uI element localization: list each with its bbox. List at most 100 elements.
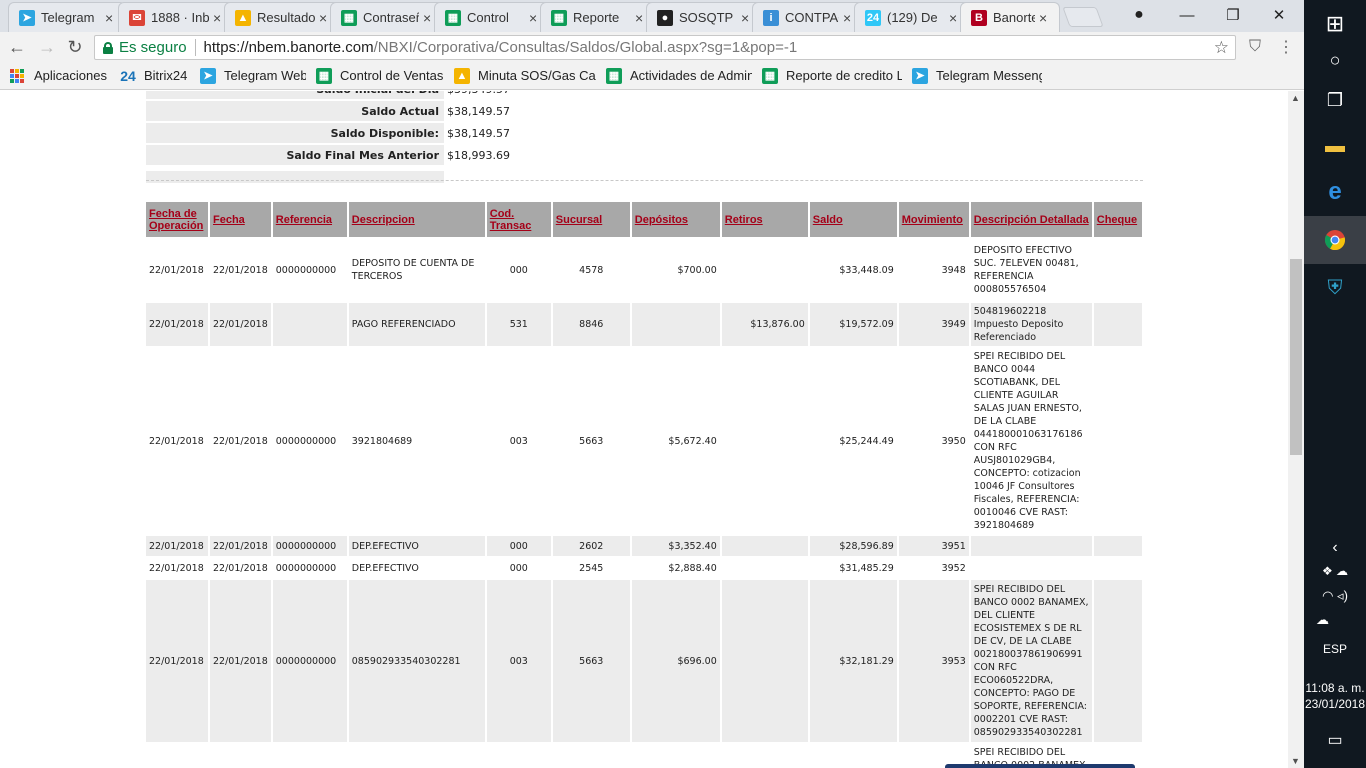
column-header[interactable]: Cod. Transac bbox=[486, 202, 551, 237]
close-window-button[interactable]: ✕ bbox=[1256, 0, 1302, 30]
tab-7[interactable]: ● SOSQTP × bbox=[646, 2, 762, 32]
table-cell: $700.00 bbox=[631, 239, 720, 301]
scroll-down-icon[interactable]: ▼ bbox=[1291, 756, 1300, 766]
back-icon[interactable]: ← bbox=[6, 36, 28, 58]
table-cell: 4578 bbox=[552, 239, 630, 301]
column-header-link[interactable]: Sucursal bbox=[556, 214, 627, 226]
tab-10[interactable]: B Banorte × bbox=[960, 2, 1060, 32]
tab-6[interactable]: ▦ Reporte × bbox=[540, 2, 656, 32]
tab-5[interactable]: ▦ Control × bbox=[434, 2, 550, 32]
bookmark-item[interactable]: ▦ Actividades de Admin bbox=[606, 67, 752, 84]
tab-close-icon[interactable]: × bbox=[105, 10, 117, 26]
column-header[interactable]: Descripción Detallada bbox=[970, 202, 1092, 237]
wifi-volume-icon[interactable]: ◠ ◃) bbox=[1304, 586, 1366, 606]
column-header[interactable]: Cheque bbox=[1093, 202, 1142, 237]
column-header[interactable]: Sucursal bbox=[552, 202, 630, 237]
language-indicator[interactable]: ESP bbox=[1304, 642, 1366, 656]
page-scrollbar[interactable]: ▲ ▼ bbox=[1288, 91, 1304, 768]
chrome-icon bbox=[1324, 230, 1346, 251]
file-explorer-icon[interactable]: ▬ bbox=[1304, 124, 1366, 168]
chat-widget-button[interactable] bbox=[945, 764, 1135, 768]
scroll-up-icon[interactable]: ▲ bbox=[1291, 93, 1300, 103]
table-cell: $696.00 bbox=[631, 580, 720, 742]
table-cell bbox=[348, 744, 485, 768]
bookmark-star-icon[interactable]: ☆ bbox=[1214, 38, 1229, 58]
column-header[interactable]: Movimiento bbox=[898, 202, 969, 237]
bookmark-item[interactable]: Aplicaciones bbox=[10, 68, 110, 83]
column-header-link[interactable]: Descripcion bbox=[352, 214, 482, 226]
new-tab-button[interactable] bbox=[1062, 7, 1104, 27]
table-cell: 3921804689 bbox=[348, 348, 485, 534]
bookmark-item[interactable]: 24 Bitrix24 bbox=[120, 68, 190, 84]
onedrive-icon[interactable]: ☁ bbox=[1304, 610, 1366, 630]
edge-icon[interactable]: e bbox=[1304, 170, 1366, 214]
tab-3[interactable]: ▲Resultados× bbox=[224, 2, 340, 32]
table-cell: 22/01/2018 bbox=[210, 558, 271, 578]
maximize-button[interactable]: ❐ bbox=[1210, 0, 1256, 30]
table-cell bbox=[721, 558, 808, 578]
column-header-link[interactable]: Descripción Detallada bbox=[974, 214, 1089, 226]
column-header-link[interactable]: Retiros bbox=[725, 214, 805, 226]
balance-summary: Saldo Inicial del Día$39,349.57Saldo Act… bbox=[146, 91, 566, 189]
column-header-link[interactable]: Cod. Transac bbox=[490, 208, 548, 232]
dropbox-cloud-icon[interactable]: ❖ ☁ bbox=[1304, 562, 1366, 580]
table-cell: 22/01/2018 bbox=[210, 580, 271, 742]
table-cell: 000 bbox=[486, 558, 551, 578]
scrollbar-thumb[interactable] bbox=[1290, 259, 1302, 455]
column-header-link[interactable]: Fecha bbox=[213, 214, 268, 226]
table-cell bbox=[970, 536, 1092, 556]
reload-icon[interactable]: ↻ bbox=[64, 36, 86, 58]
tab-9[interactable]: 24 (129) De × bbox=[854, 2, 970, 32]
table-cell: $28,596.89 bbox=[809, 536, 897, 556]
table-cell bbox=[1093, 580, 1142, 742]
tab-4[interactable]: ▦Contraseñas× bbox=[330, 2, 444, 32]
profile-icon[interactable]: ● bbox=[1116, 0, 1162, 30]
column-header[interactable]: Saldo bbox=[809, 202, 897, 237]
column-header[interactable]: Referencia bbox=[272, 202, 347, 237]
column-header[interactable]: Depósitos bbox=[631, 202, 720, 237]
column-header-link[interactable]: Movimiento bbox=[902, 214, 966, 226]
security-shield-icon[interactable]: ⛨ bbox=[1304, 266, 1366, 310]
shield-extension-icon[interactable]: ⛉ bbox=[1245, 37, 1265, 57]
column-header[interactable]: Descripcion bbox=[348, 202, 485, 237]
tab-8[interactable]: iCONTPAQi× bbox=[752, 2, 864, 32]
lock-icon bbox=[103, 41, 113, 54]
telegram-icon: ➤ bbox=[912, 67, 928, 84]
column-header-link[interactable]: Cheque bbox=[1097, 214, 1139, 226]
bookmark-item[interactable]: ▦ Reporte de credito Li bbox=[762, 67, 902, 84]
bookmark-item[interactable]: ➤ Telegram Web bbox=[200, 67, 306, 84]
table-cell: $2,888.40 bbox=[631, 558, 720, 578]
table-cell bbox=[1093, 558, 1142, 578]
bookmark-item[interactable]: ▲ Minuta SOS/Gas Cam bbox=[454, 67, 596, 84]
minimize-button[interactable]: — bbox=[1164, 0, 1210, 30]
table-cell: 2602 bbox=[552, 536, 630, 556]
column-header-link[interactable]: Depósitos bbox=[635, 214, 717, 226]
cortana-icon[interactable]: ○ bbox=[1304, 40, 1366, 80]
column-header-link[interactable]: Fecha de Operación bbox=[149, 208, 205, 232]
column-header[interactable]: Fecha de Operación bbox=[146, 202, 208, 237]
clock-time[interactable]: 11:08 a. m. bbox=[1304, 681, 1366, 695]
task-view-icon[interactable]: ❐ bbox=[1304, 80, 1366, 120]
chrome-taskbar-icon[interactable] bbox=[1304, 216, 1366, 264]
tab-close-icon[interactable]: × bbox=[1039, 10, 1051, 26]
tab-2[interactable]: ✉1888 · Inbox× bbox=[118, 2, 234, 32]
address-bar[interactable]: Es seguro https://nbem.banorte.com/NBXI/… bbox=[94, 35, 1236, 60]
table-cell: 22/01/2018 bbox=[210, 536, 271, 556]
table-cell: 22/01/2018 bbox=[146, 303, 208, 346]
show-hidden-icons-icon[interactable]: ‹ bbox=[1304, 538, 1366, 558]
column-header-link[interactable]: Referencia bbox=[276, 214, 344, 226]
column-header[interactable]: Retiros bbox=[721, 202, 808, 237]
bookmark-item[interactable]: ▦ Control de Ventas bbox=[316, 67, 444, 84]
table-cell: $32,181.29 bbox=[809, 580, 897, 742]
table-cell: 3949 bbox=[898, 303, 969, 346]
bookmark-item[interactable]: ➤ Telegram Messenger bbox=[912, 67, 1042, 84]
table-cell bbox=[1093, 536, 1142, 556]
column-header[interactable]: Fecha bbox=[210, 202, 271, 237]
table-cell: 0000000000 bbox=[272, 348, 347, 534]
menu-icon[interactable]: ⋮ bbox=[1276, 37, 1296, 57]
forward-icon[interactable]: → bbox=[36, 36, 58, 58]
column-header-link[interactable]: Saldo bbox=[813, 214, 894, 226]
clock-date[interactable]: 23/01/2018 bbox=[1304, 697, 1366, 711]
tab-1[interactable]: ➤ Telegram × bbox=[8, 2, 126, 32]
action-center-icon[interactable]: ▭ bbox=[1304, 726, 1366, 754]
